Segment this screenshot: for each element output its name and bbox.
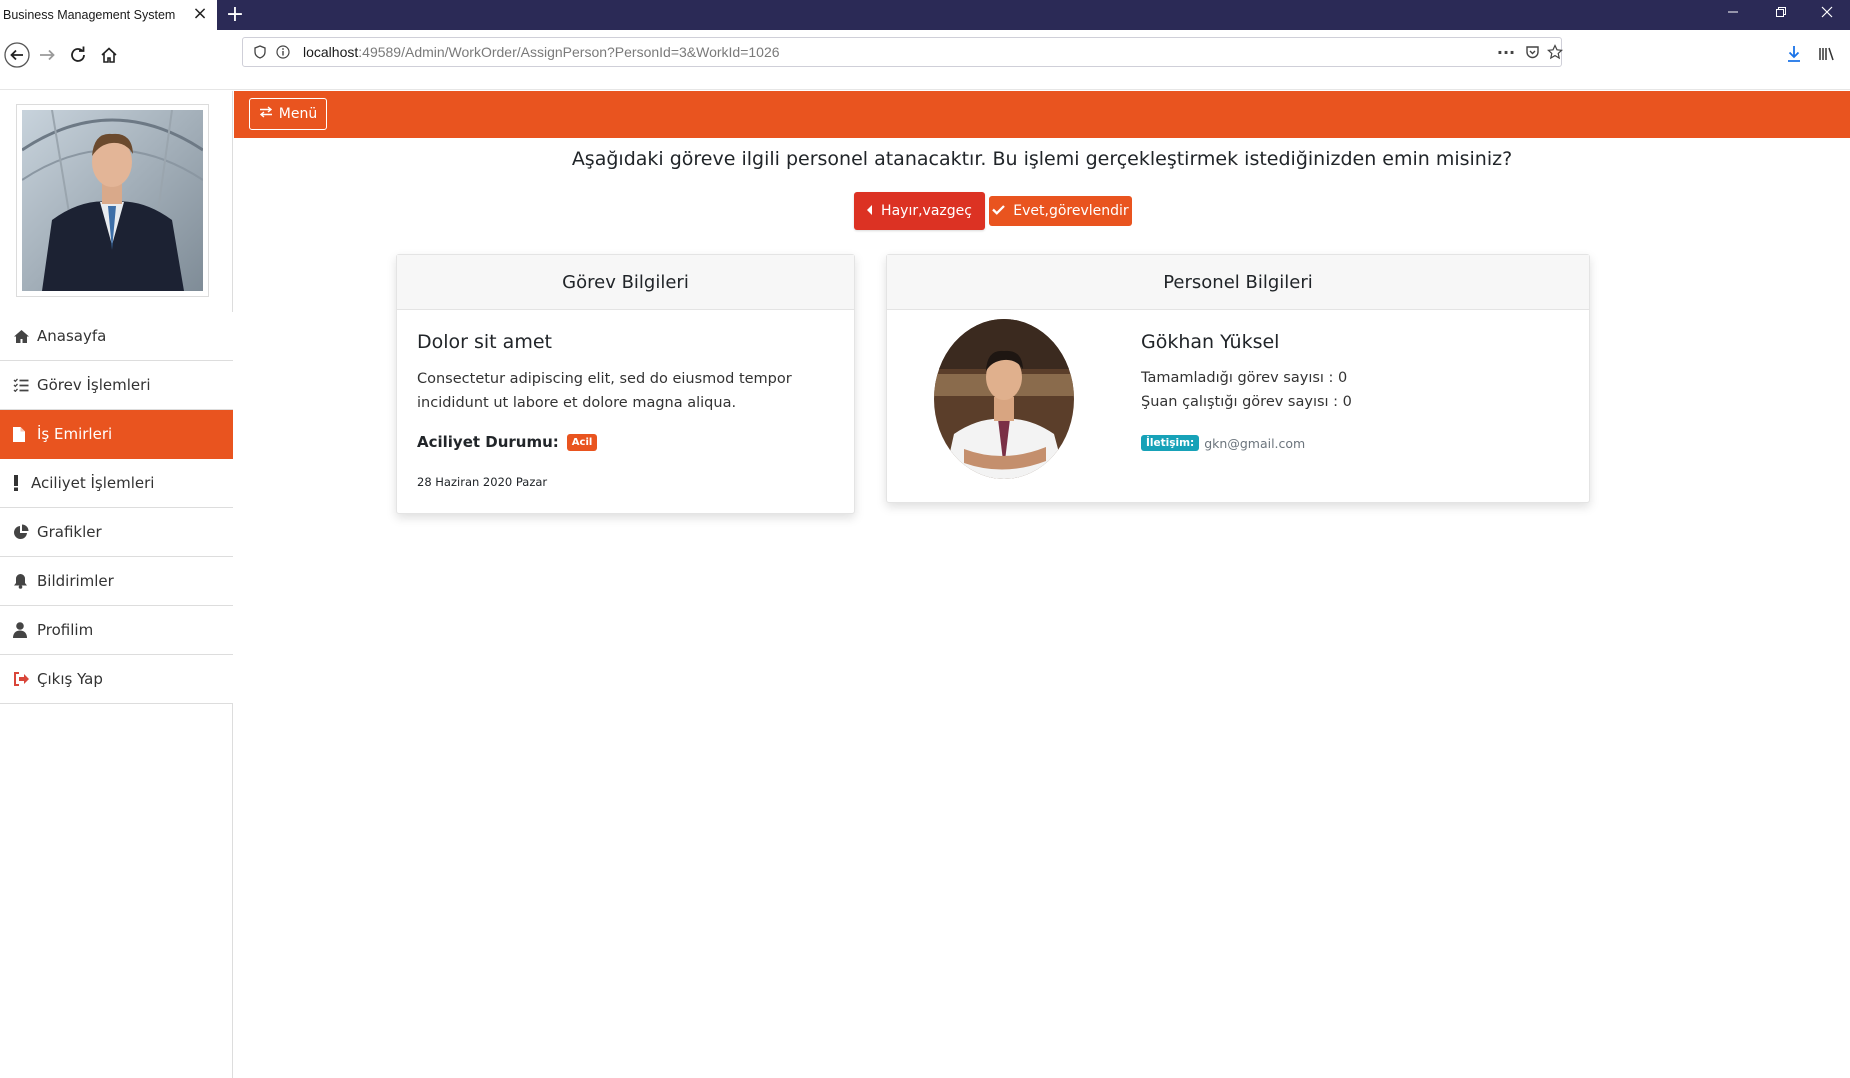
person-name: Gökhan Yüksel <box>1141 331 1280 353</box>
url-text: localhost:49589/Admin/WorkOrder/AssignPe… <box>303 38 780 66</box>
sidebar-item-label: Bildirimler <box>37 572 114 590</box>
top-bar: Menü <box>234 91 1850 138</box>
browser-toolbar: localhost:49589/Admin/WorkOrder/AssignPe… <box>0 30 1850 90</box>
url-host: localhost <box>303 44 359 60</box>
person-email[interactable]: gkn@gmail.com <box>1204 436 1305 451</box>
new-tab-icon[interactable]: + <box>222 2 248 28</box>
tab-close-icon[interactable]: × <box>191 5 209 23</box>
reload-icon[interactable] <box>61 38 95 72</box>
sidebar-item-cikis-yap[interactable]: Çıkış Yap <box>0 655 233 704</box>
info-icon[interactable] <box>274 43 292 61</box>
url-path: :49589/Admin/WorkOrder/AssignPerson?Pers… <box>358 44 780 60</box>
home-icon <box>13 327 33 345</box>
sidebar-item-label: Görev İşlemleri <box>37 376 151 394</box>
sidebar: Anasayfa Görev İşlemleri İş Emirleri Aci… <box>0 91 233 1078</box>
sidebar-item-profilim[interactable]: Profilim <box>0 606 233 655</box>
confirm-button[interactable]: Evet,görevlendir <box>989 196 1132 226</box>
minimize-icon[interactable] <box>1713 0 1753 30</box>
sidebar-item-label: Profilim <box>37 621 94 639</box>
bookmark-star-icon[interactable] <box>1546 43 1564 61</box>
address-bar[interactable]: localhost:49589/Admin/WorkOrder/AssignPe… <box>242 37 1564 67</box>
sidebar-item-aciliyet-islemleri[interactable]: Aciliyet İşlemleri <box>0 459 233 508</box>
bell-icon <box>13 572 33 590</box>
task-description: Consectetur adipiscing elit, sed do eius… <box>417 371 792 411</box>
urgency-badge: Acil <box>566 433 598 451</box>
cancel-button-label: Hayır,vazgeç <box>881 203 972 219</box>
menu-toggle-label: Menü <box>278 106 318 122</box>
check-icon <box>992 203 1006 219</box>
task-card-header: Görev Bilgileri <box>397 255 854 310</box>
sidebar-item-is-emirleri[interactable]: İş Emirleri <box>0 410 233 459</box>
task-date: 28 Haziran 2020 Pazar <box>417 475 548 489</box>
contact-badge: İletişim: <box>1141 435 1200 451</box>
sidebar-item-anasayfa[interactable]: Anasayfa <box>0 312 233 361</box>
menu-toggle-button[interactable]: Menü <box>249 98 327 130</box>
person-photo <box>934 319 1074 479</box>
back-icon[interactable] <box>0 38 34 72</box>
sign-out-icon <box>13 670 33 688</box>
restore-icon[interactable] <box>1761 0 1801 30</box>
file-icon <box>13 425 33 443</box>
caret-left-icon <box>867 203 873 219</box>
profile-avatar <box>16 104 209 297</box>
sidebar-item-label: Grafikler <box>37 523 102 541</box>
profile-photo <box>22 110 203 291</box>
current-task-count: Şuan çalıştığı görev sayısı : 0 <box>1141 394 1352 410</box>
exclamation-icon <box>13 474 27 492</box>
pocket-icon[interactable] <box>1523 43 1541 61</box>
tab-title: Business Management System <box>3 8 176 22</box>
user-icon <box>13 621 33 639</box>
sidebar-item-gorev-islemleri[interactable]: Görev İşlemleri <box>0 361 233 410</box>
sidebar-item-bildirimler[interactable]: Bildirimler <box>0 557 233 606</box>
pie-chart-icon <box>13 523 33 541</box>
exchange-icon <box>259 106 273 122</box>
sidebar-item-label: Aciliyet İşlemleri <box>31 474 155 492</box>
browser-tab[interactable]: Business Management System × <box>0 0 217 30</box>
home-browser-icon[interactable] <box>92 38 126 72</box>
sidebar-menu: Anasayfa Görev İşlemleri İş Emirleri Aci… <box>0 312 233 704</box>
window-close-icon[interactable] <box>1807 0 1847 30</box>
contact-row: İletişim: gkn@gmail.com <box>1141 435 1305 451</box>
confirmation-question: Aşağıdaki göreve ilgili personel atanaca… <box>571 148 1513 170</box>
urgency-label: Aciliyet Durumu: <box>417 433 559 451</box>
person-card-header: Personel Bilgileri <box>887 255 1589 310</box>
library-icon[interactable] <box>1815 42 1839 66</box>
tasks-icon <box>13 376 33 394</box>
more-icon[interactable]: ··· <box>1497 43 1515 62</box>
task-title: Dolor sit amet <box>417 331 552 353</box>
forward-icon[interactable] <box>30 38 64 72</box>
person-info-card: Personel Bilgileri Gökhan Yüksel Tamamla… <box>886 254 1590 503</box>
sidebar-item-label: Anasayfa <box>37 327 107 345</box>
shield-icon[interactable] <box>251 43 269 61</box>
confirm-button-label: Evet,görevlendir <box>1013 203 1129 219</box>
sidebar-item-label: Çıkış Yap <box>37 670 103 688</box>
browser-tab-bar: Business Management System × + <box>0 0 1850 30</box>
urgency-row: Aciliyet Durumu: Acil <box>417 433 598 451</box>
sidebar-item-grafikler[interactable]: Grafikler <box>0 508 233 557</box>
cancel-button[interactable]: Hayır,vazgeç <box>854 192 985 230</box>
sidebar-item-label: İş Emirleri <box>37 425 113 443</box>
download-icon[interactable] <box>1782 42 1806 66</box>
completed-task-count: Tamamladığı görev sayısı : 0 <box>1141 370 1348 386</box>
task-info-card: Görev Bilgileri Dolor sit amet Consectet… <box>396 254 855 514</box>
